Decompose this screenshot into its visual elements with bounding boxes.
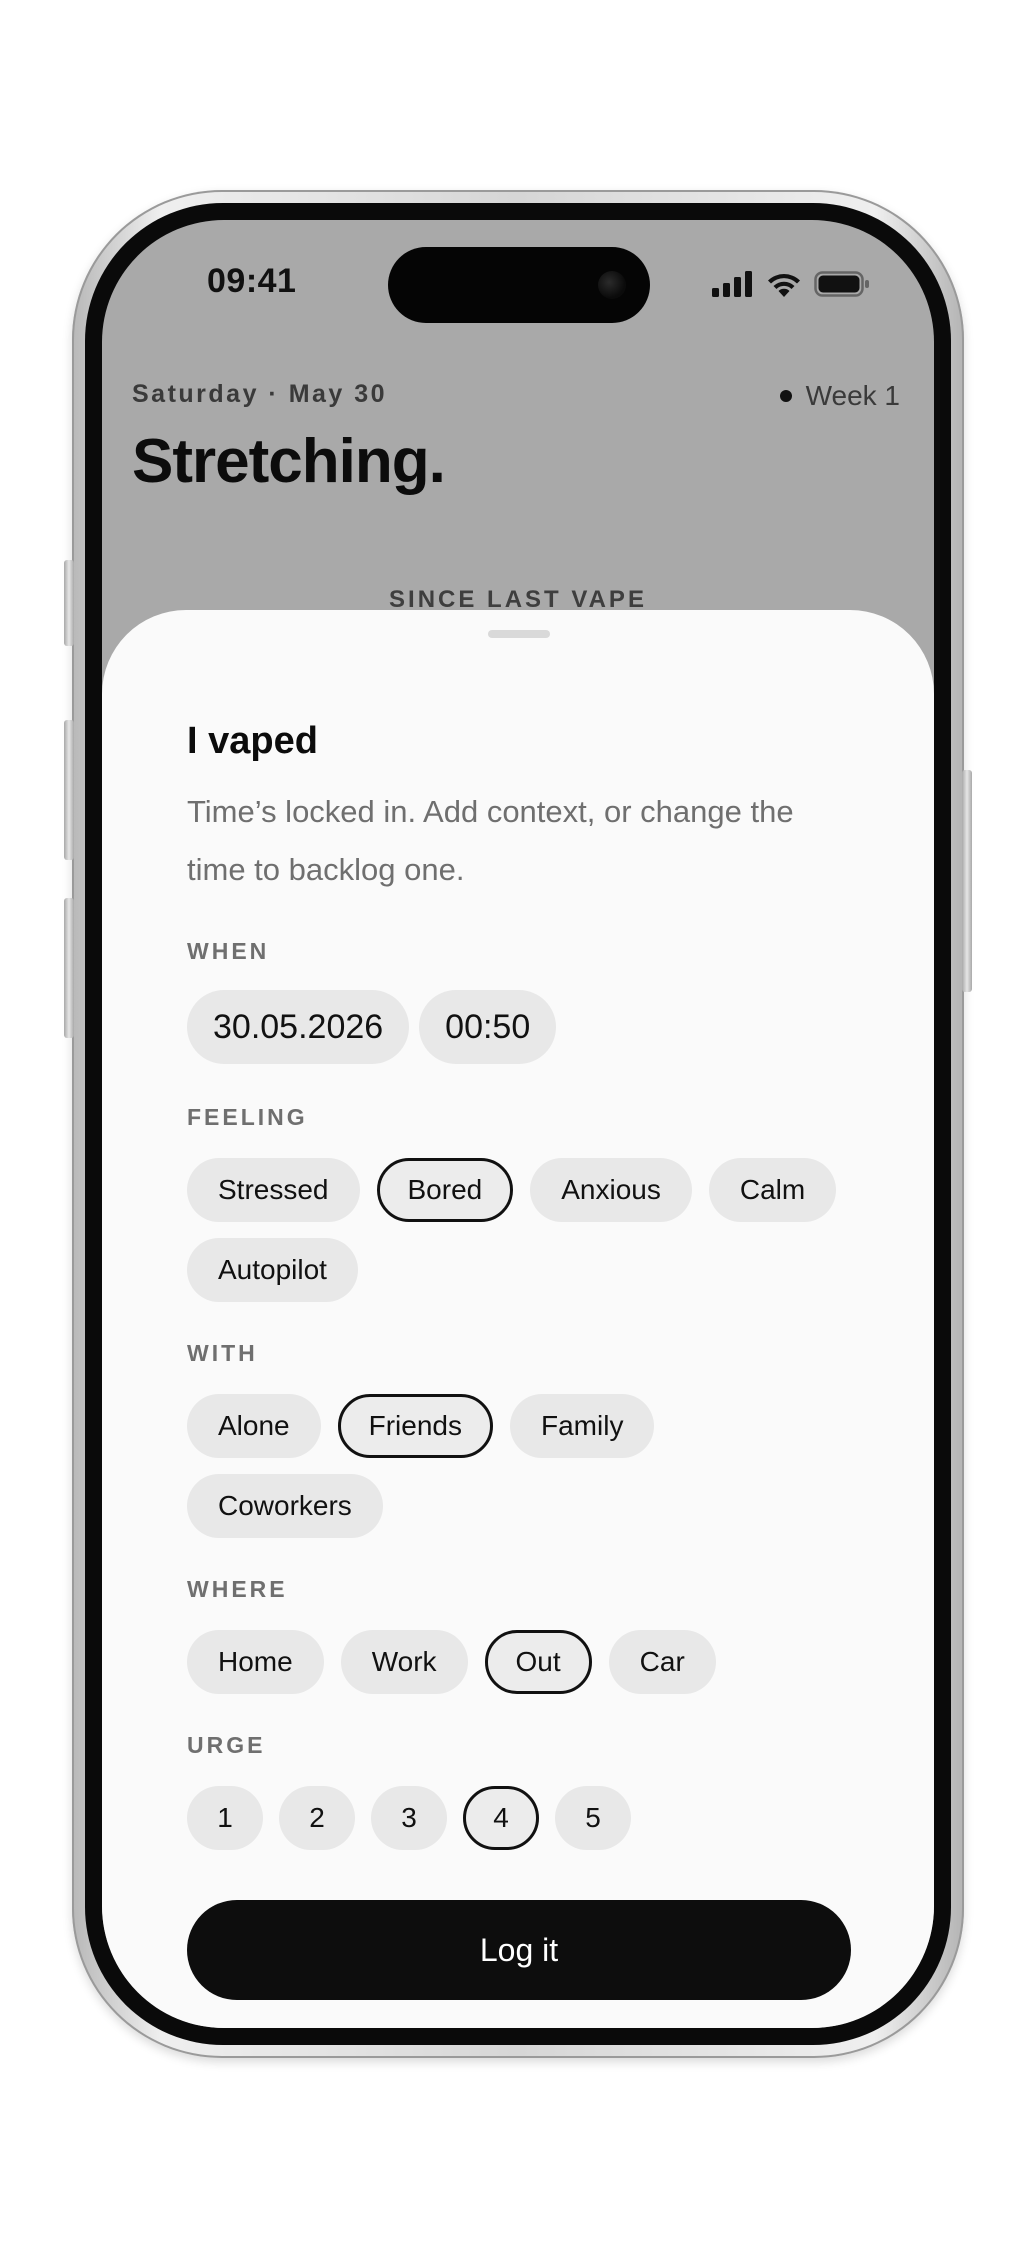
- feeling-row-2: Autopilot: [187, 1238, 358, 1302]
- sheet-title: I vaped: [187, 720, 318, 762]
- when-row: 30.05.2026 00:50: [187, 990, 557, 1064]
- cellular-signal-icon: [712, 271, 752, 297]
- with-row: Alone Friends Family: [187, 1394, 655, 1458]
- feeling-chip-anxious[interactable]: Anxious: [530, 1158, 692, 1222]
- with-chip-family[interactable]: Family: [510, 1394, 655, 1458]
- feeling-row: Stressed Bored Anxious Calm: [187, 1158, 837, 1222]
- where-chip-car[interactable]: Car: [608, 1630, 716, 1694]
- week-badge: Week 1: [779, 380, 900, 412]
- where-chip-home[interactable]: Home: [187, 1630, 324, 1694]
- log-sheet: I vaped Time’s locked in. Add context, o…: [102, 610, 934, 2028]
- week-dot-icon: [779, 390, 792, 402]
- feeling-chip-bored[interactable]: Bored: [376, 1158, 514, 1222]
- urge-chip-2[interactable]: 2: [279, 1786, 355, 1850]
- where-chip-work[interactable]: Work: [340, 1630, 468, 1694]
- with-chip-coworkers[interactable]: Coworkers: [187, 1474, 383, 1538]
- week-label: Week 1: [805, 380, 900, 411]
- where-chip-out[interactable]: Out: [484, 1630, 592, 1694]
- power-button: [962, 770, 972, 992]
- urge-chip-5[interactable]: 5: [555, 1786, 631, 1850]
- status-icons: [712, 270, 870, 298]
- sheet-subtitle: Time’s locked in. Add context, or change…: [187, 794, 794, 887]
- when-label: WHEN: [187, 938, 270, 964]
- where-row: Home Work Out Car: [187, 1630, 716, 1694]
- feeling-chip-stressed[interactable]: Stressed: [187, 1158, 360, 1222]
- mood-title: Stretching.: [132, 427, 446, 496]
- urge-chip-3[interactable]: 3: [371, 1786, 447, 1850]
- sheet-grabber[interactable]: [488, 630, 550, 638]
- time-picker[interactable]: 00:50: [419, 990, 557, 1064]
- feeling-chip-autopilot[interactable]: Autopilot: [187, 1238, 358, 1302]
- status-time: 09:41: [207, 262, 297, 300]
- wifi-icon: [768, 274, 800, 297]
- dynamic-island: [388, 247, 650, 323]
- urge-label: URGE: [187, 1732, 266, 1758]
- with-chip-alone[interactable]: Alone: [187, 1394, 321, 1458]
- action-button: [64, 560, 74, 646]
- phone-screen: 09:41 Saturday · May 30 Week 1 Stretchin…: [102, 220, 934, 2028]
- date-line: Saturday · May 30: [132, 380, 388, 408]
- date-picker[interactable]: 30.05.2026: [187, 990, 410, 1064]
- log-it-button[interactable]: Log it: [187, 1900, 851, 2000]
- feeling-chip-calm[interactable]: Calm: [708, 1158, 837, 1222]
- battery-icon: [814, 271, 869, 297]
- with-chip-friends[interactable]: Friends: [337, 1394, 493, 1458]
- front-camera-icon: [598, 271, 626, 299]
- feeling-label: FEELING: [187, 1104, 308, 1130]
- where-label: WHERE: [187, 1576, 288, 1602]
- urge-row: 1 2 3 4 5: [187, 1786, 631, 1850]
- with-label: WITH: [187, 1340, 258, 1366]
- with-row-2: Coworkers: [187, 1474, 383, 1538]
- volume-down-button: [64, 898, 74, 1038]
- urge-chip-4[interactable]: 4: [463, 1786, 539, 1850]
- urge-chip-1[interactable]: 1: [187, 1786, 263, 1850]
- volume-up-button: [64, 720, 74, 860]
